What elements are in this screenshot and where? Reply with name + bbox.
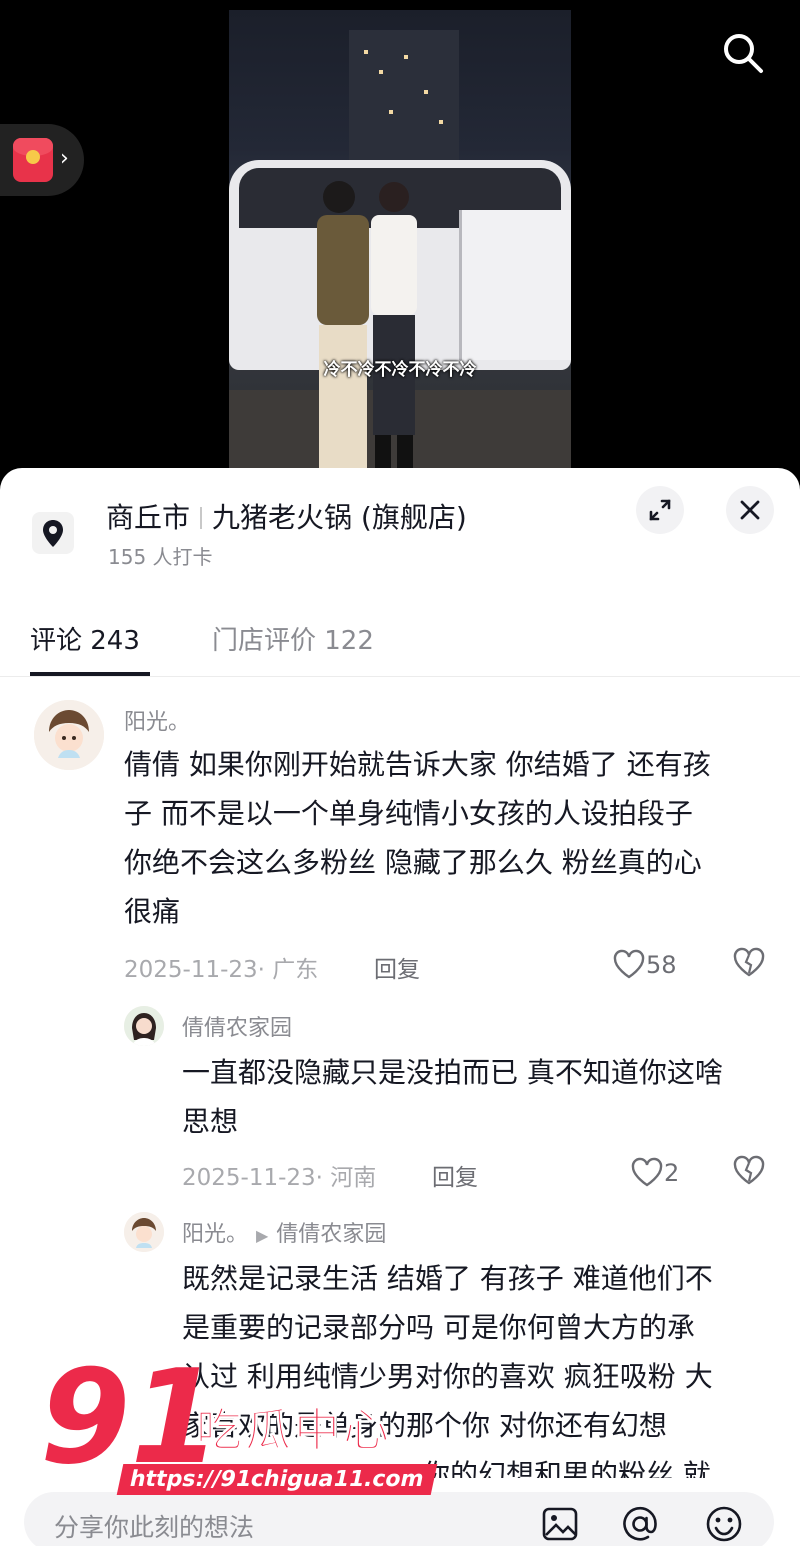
- avatar[interactable]: [124, 1006, 164, 1046]
- search-button[interactable]: [718, 28, 766, 76]
- like-button[interactable]: 2: [630, 1156, 679, 1188]
- comment-author[interactable]: 阳光。 ▶ 倩倩农家园: [182, 1216, 386, 1248]
- play-arrow-icon: ▶: [256, 1226, 269, 1245]
- tab-store-reviews[interactable]: 门店评价 122: [212, 620, 374, 657]
- location-pin-icon: [32, 512, 74, 554]
- comment-meta: 2025-11-23· 河南: [182, 1165, 377, 1191]
- like-button[interactable]: 58: [612, 948, 677, 980]
- avatar[interactable]: [124, 1212, 164, 1252]
- comment-text: 一直都没隐藏只是没拍而已 真不知道你这啥 思想: [182, 1056, 723, 1138]
- comment-author[interactable]: 阳光。: [124, 704, 190, 736]
- at-icon: [623, 1506, 657, 1541]
- divider: [200, 507, 203, 529]
- dislike-button[interactable]: [732, 946, 766, 978]
- expand-button[interactable]: [636, 486, 684, 534]
- chevron-right-icon: ›: [60, 146, 69, 171]
- video-player[interactable]: 冷不冷不冷不冷不冷 ›: [0, 0, 800, 480]
- tab-comments[interactable]: 评论 243: [30, 620, 140, 657]
- person-right: [371, 182, 417, 470]
- comment-author[interactable]: 倩倩农家园: [182, 1010, 292, 1042]
- dislike-button[interactable]: [732, 1154, 766, 1186]
- close-icon: [740, 500, 760, 520]
- image-button[interactable]: [540, 1504, 580, 1544]
- tab-bar: 评论 243 门店评价 122: [0, 608, 800, 677]
- reply-button[interactable]: 回复: [374, 950, 420, 984]
- checkin-count: 155 人打卡: [108, 545, 213, 569]
- reply-button[interactable]: 回复: [432, 1158, 478, 1192]
- search-icon: [724, 34, 763, 73]
- watermark-url: https://91chigua11.com: [116, 1464, 437, 1495]
- input-placeholder: 分享你此刻的想法: [54, 1513, 255, 1542]
- van-door: [459, 210, 571, 360]
- watermark-text: 吃瓜中心: [196, 1403, 392, 1458]
- like-count: 2: [664, 1159, 680, 1187]
- red-packet-icon: [13, 138, 53, 182]
- broken-heart-icon: [733, 947, 765, 977]
- tab-underline: [30, 672, 150, 676]
- video-subtitle: 冷不冷不冷不冷不冷: [323, 360, 477, 380]
- red-packet-button[interactable]: ›: [0, 124, 84, 196]
- location-title[interactable]: 商丘市 九猪老火锅 (旗舰店): [106, 496, 467, 536]
- video-frame: 冷不冷不冷不冷不冷: [229, 10, 571, 470]
- expand-icon: [649, 499, 671, 521]
- location-city: 商丘市: [106, 501, 191, 534]
- close-button[interactable]: [726, 486, 774, 534]
- broken-heart-icon: [733, 1155, 765, 1185]
- comment-text: 倩倩 如果你刚开始就告诉大家 你结婚了 还有孩 子 而不是以一个单身纯情小女孩的…: [124, 748, 711, 928]
- image-icon: [542, 1507, 578, 1541]
- like-count: 58: [646, 951, 677, 979]
- heart-icon: [613, 949, 645, 979]
- emoji-icon: [706, 1506, 742, 1542]
- emoji-button[interactable]: [704, 1504, 744, 1544]
- watermark-logo: 91 吃瓜中心 https://91chigua11.com: [40, 1341, 437, 1502]
- mention-button[interactable]: [620, 1504, 660, 1544]
- comment-meta: 2025-11-23· 广东: [124, 957, 319, 983]
- heart-icon: [631, 1157, 663, 1187]
- location-store: 九猪老火锅 (旗舰店): [212, 501, 467, 534]
- avatar[interactable]: [34, 700, 104, 770]
- watermark-number: 91: [40, 1341, 221, 1493]
